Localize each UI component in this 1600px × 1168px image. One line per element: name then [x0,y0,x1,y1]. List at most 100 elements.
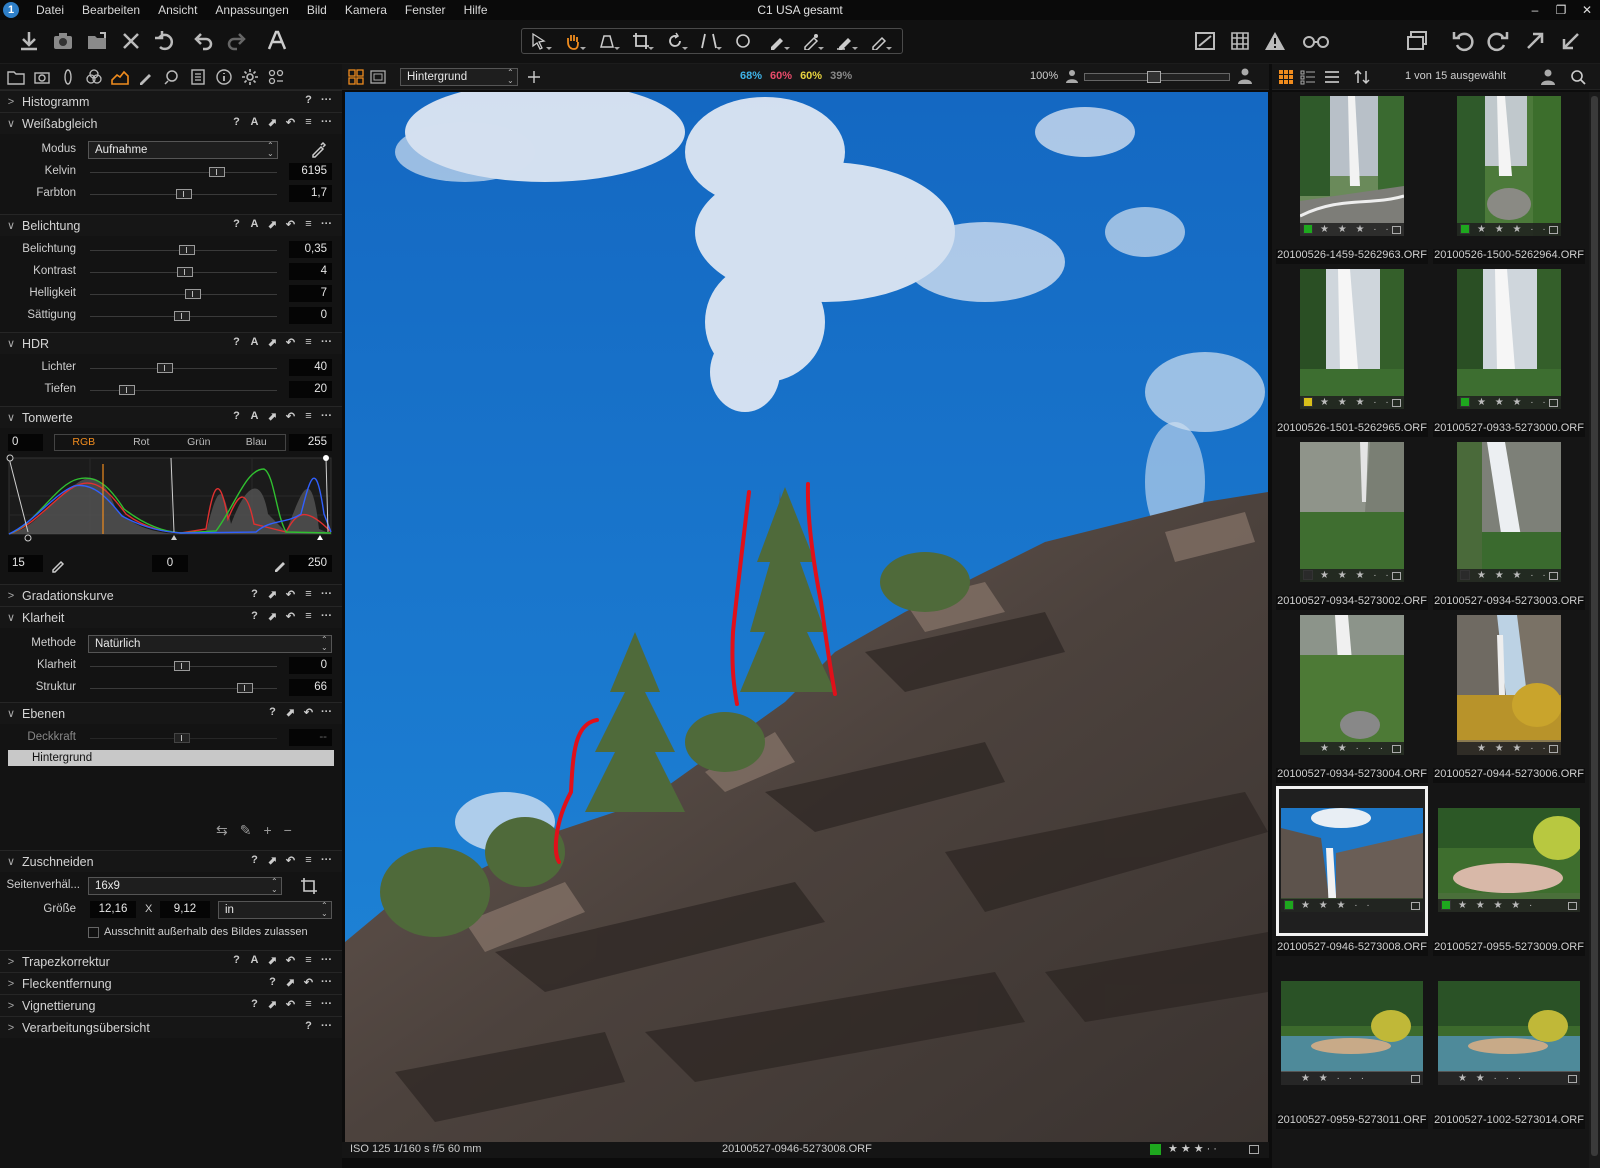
reset-icon[interactable]: ↶ [283,998,298,1011]
move-to-folder-icon[interactable] [82,26,112,56]
kelvin-value[interactable]: 6195 [289,163,332,180]
status-rating[interactable]: ★★★·· [1168,1142,1220,1155]
metadata-icon[interactable] [1411,1075,1420,1083]
thumbnail-rating[interactable]: ★ ★ ★ · · [1457,569,1561,582]
kelvin-slider[interactable] [90,167,277,177]
search-icon[interactable] [1570,69,1586,85]
browser-scrollbar[interactable] [1589,92,1600,1168]
more-icon[interactable]: ··· [319,410,334,423]
exposure-warning-toggle-icon[interactable] [1190,26,1220,56]
channel-tab[interactable]: Rot [113,435,171,450]
more-icon[interactable]: ··· [319,706,334,719]
thumbnail-rating[interactable]: ★ ★ · · · [1300,742,1404,755]
hdr-value[interactable]: 40 [289,359,332,376]
rotate-left-icon[interactable] [1448,26,1478,56]
auto-icon[interactable]: A [247,218,262,231]
keystone-tool-icon[interactable] [692,29,726,53]
exposure-slider[interactable] [90,289,277,299]
pan-hand-icon[interactable] [556,29,590,53]
black-picker-icon[interactable] [50,555,68,573]
metadata-icon[interactable] [1568,1075,1577,1083]
reset-icon[interactable]: ↶ [283,854,298,867]
menu-item[interactable]: Bearbeiten [73,3,149,17]
crop-icon[interactable] [300,877,318,895]
exposure-value[interactable]: 0,35 [289,241,332,258]
user-icon[interactable] [1540,69,1556,85]
more-icon[interactable]: ··· [319,610,334,623]
presets-icon[interactable]: ≡ [301,336,316,349]
close-window-icon[interactable]: ✕ [1574,0,1600,20]
color-tag[interactable] [1303,224,1313,234]
more-icon[interactable]: ··· [319,336,334,349]
clarity-knob[interactable] [237,683,254,693]
exposure-knob[interactable] [184,289,201,299]
metadata-icon[interactable] [1411,902,1420,910]
clarity-value[interactable]: 66 [289,679,332,696]
thumbnail[interactable]: ★ ★ ★ · · 20100527-0934-5273002.ORF [1276,440,1428,610]
thumbnail-rating[interactable]: ★ ★ ★ · · [1300,569,1404,582]
help-icon[interactable]: ? [301,1020,316,1032]
menu-item[interactable]: Ansicht [149,3,206,17]
thumbnail-rating[interactable]: ★ ★ ★ · · [1281,899,1423,912]
thumbnail[interactable]: ★ ★ ★ · · 20100527-0944-5273006.ORF [1433,613,1585,783]
thumbnail-image[interactable]: ★ ★ ★ · · [1457,615,1561,755]
add-layer-icon[interactable]: + [263,822,271,839]
remove-layer-icon[interactable]: − [284,822,292,839]
single-view-icon[interactable] [370,69,386,85]
app-logo-icon[interactable]: 1 [3,2,19,18]
color-tag[interactable] [1460,224,1470,234]
thumbnail[interactable]: ★ ★ ★ · · 20100526-1501-5262965.ORF [1276,267,1428,437]
reset-adjustments-icon[interactable] [150,26,180,56]
draw-mask-icon[interactable] [760,29,794,53]
hdr-knob[interactable] [119,385,136,395]
copy-apply-icon[interactable]: ⬈ [265,116,280,129]
color-tag[interactable] [1441,900,1451,910]
help-icon[interactable]: ? [229,410,244,423]
main-photo[interactable] [345,92,1268,1142]
menu-item[interactable]: Datei [27,3,73,17]
levels-input-white[interactable]: 255 [289,434,332,451]
tab-metadata-icon[interactable] [211,65,237,89]
thumbnail[interactable]: ★ ★ · · · 20100527-0959-5273011.ORF [1276,959,1428,1129]
multi-view-grid-icon[interactable] [348,69,364,85]
channel-tab[interactable]: Blau [228,435,286,450]
auto-icon[interactable]: A [247,410,262,423]
scrollbar-thumb[interactable] [1591,96,1598,1156]
tab-settings-icon[interactable] [237,65,263,89]
crop-tool-icon[interactable] [624,29,658,53]
thumbnail-image[interactable]: ★ ★ · · · [1300,615,1404,755]
auto-icon[interactable]: A [247,954,262,967]
rotate-tool-icon[interactable] [658,29,692,53]
thumbnail-rating[interactable]: ★ ★ · · · [1438,1072,1580,1085]
section-levels[interactable]: ∨ Tonwerte? A ⬈ ↶ ≡ ··· [0,406,342,428]
exposure-slider[interactable] [90,245,277,255]
thumbnail-image[interactable]: ★ ★ ★ · · [1281,808,1423,912]
proof-glasses-icon[interactable] [1298,26,1334,56]
menu-item[interactable]: Bild [298,3,336,17]
undo-icon[interactable] [188,26,218,56]
wb-mode-select[interactable]: Aufnahme [88,141,278,159]
section-spot-removal[interactable]: > Fleckentfernung? ⬈ ↶ ··· [0,972,342,994]
wb-picker-icon[interactable] [310,140,328,158]
grid-view-icon[interactable] [1278,69,1294,85]
metadata-icon[interactable] [1549,572,1558,580]
reset-icon[interactable]: ↶ [283,610,298,623]
crop-ratio-select[interactable]: 16x9 [88,877,282,895]
exposure-value[interactable]: 0 [289,307,332,324]
crop-outside-checkbox[interactable] [88,927,99,938]
tab-batch-icon[interactable] [263,65,289,89]
help-icon[interactable]: ? [265,976,280,989]
help-icon[interactable]: ? [229,116,244,129]
crop-height-input[interactable]: 9,12 [160,901,210,918]
section-crop[interactable]: ∨ Zuschneiden? ⬈ ↶ ≡ ··· [0,850,342,872]
thumbnail[interactable]: ★ ★ ★ · · 20100527-0934-5273003.ORF [1433,440,1585,610]
thumbnail[interactable]: ★ ★ ★ ★ · 20100527-0955-5273009.ORF [1433,786,1585,956]
more-icon[interactable]: ··· [319,954,334,967]
metadata-icon[interactable] [1392,399,1401,407]
thumbnail-image[interactable]: ★ ★ ★ · · [1457,96,1561,236]
clarity-method-select[interactable]: Natürlich [88,635,332,653]
section-vignette[interactable]: > Vignettierung? ⬈ ↶ ≡ ··· [0,994,342,1016]
metadata-icon[interactable] [1392,745,1401,753]
section-histogram[interactable]: > Histogramm? ··· [0,90,342,112]
clarity-slider[interactable] [90,683,277,693]
